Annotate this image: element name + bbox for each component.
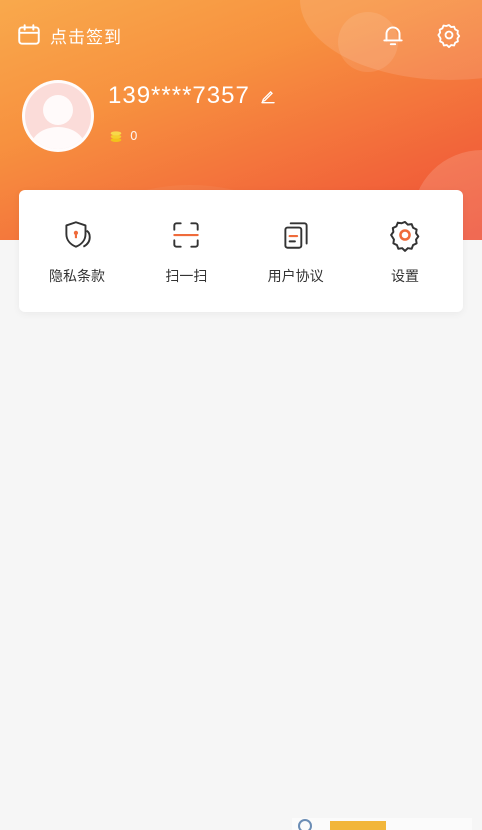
watermark-logo-icon	[298, 819, 312, 830]
user-phone: 139****7357	[108, 82, 250, 109]
menu-item-privacy[interactable]: 隐私条款	[27, 190, 127, 312]
pencil-icon[interactable]	[260, 88, 276, 104]
bell-icon[interactable]	[380, 22, 406, 48]
menu-item-label: 用户协议	[267, 269, 324, 285]
coin-count: 0	[130, 129, 138, 143]
checkin-button[interactable]: 点击签到	[16, 22, 122, 48]
coin-balance: 0	[108, 128, 276, 144]
menu-item-scan[interactable]: 扫一扫	[136, 190, 236, 312]
coin-icon	[108, 128, 124, 144]
menu-item-label: 设置	[390, 269, 419, 285]
watermark	[292, 818, 472, 830]
menu-item-settings[interactable]: 设置	[355, 190, 455, 312]
menu-item-label: 隐私条款	[49, 269, 105, 285]
calendar-icon	[16, 22, 42, 48]
menu-item-user-agreement[interactable]: 用户协议	[246, 190, 346, 312]
top-bar: 点击签到	[16, 20, 462, 50]
menu-card: 隐私条款 扫一扫 用户协议 设置	[19, 190, 463, 312]
user-profile: 139****7357 0	[22, 80, 276, 152]
checkin-label: 点击签到	[50, 27, 122, 48]
gear-icon[interactable]	[436, 22, 462, 48]
shield-icon	[60, 218, 94, 252]
scan-icon	[169, 218, 203, 252]
avatar[interactable]	[22, 80, 94, 152]
menu-item-label: 扫一扫	[165, 269, 208, 285]
gear-icon	[388, 218, 422, 252]
document-icon	[279, 218, 313, 252]
